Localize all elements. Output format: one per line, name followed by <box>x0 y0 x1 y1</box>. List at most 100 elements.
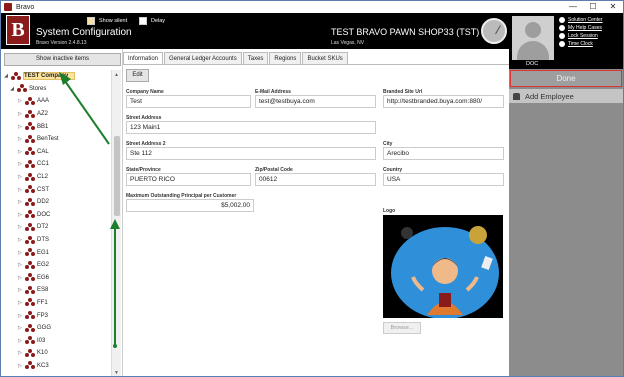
expand-arrow-icon[interactable]: ▷ <box>17 262 23 268</box>
company-name-field[interactable]: Test <box>126 95 251 108</box>
checkbox-box[interactable] <box>139 17 147 25</box>
company-icon <box>11 71 21 81</box>
lock-session-link[interactable]: Lock Session <box>559 33 602 39</box>
city-field[interactable]: Arecibo <box>383 147 504 160</box>
tree-store-item[interactable]: ▷ FP3 <box>1 309 111 322</box>
expand-arrow-icon[interactable]: ▷ <box>17 237 23 243</box>
street2-field[interactable]: Ste 112 <box>126 147 376 160</box>
state-field[interactable]: PUERTO RICO <box>126 173 251 186</box>
store-label: CL2 <box>37 174 49 181</box>
tree-store-item[interactable]: ▷ DT2 <box>1 221 111 234</box>
show-inactive-button[interactable]: Show inactive items <box>4 53 121 66</box>
expand-arrow-icon[interactable]: ▷ <box>17 325 23 331</box>
max-principal-field[interactable]: $5,002.00 <box>126 199 254 212</box>
tree-store-item[interactable]: ▷ AAA <box>1 95 111 108</box>
street1-field[interactable]: 123 Main1 <box>126 121 376 134</box>
tree-store-item[interactable]: ▷ EG2 <box>1 259 111 272</box>
store-label: CC1 <box>37 161 50 168</box>
tree-store-item[interactable]: ▷ GGG <box>1 322 111 335</box>
tree-store-item[interactable]: ▷ CST <box>1 183 111 196</box>
email-field[interactable]: test@testbuya.com <box>255 95 376 108</box>
expand-arrow-icon[interactable]: ▷ <box>17 338 23 344</box>
link-label: Time Clock <box>568 41 593 47</box>
store-icon <box>25 273 35 282</box>
solution-center-link[interactable]: Solution Center <box>559 17 602 23</box>
country-field[interactable]: USA <box>383 173 504 186</box>
add-employee-label: Add Employee <box>525 91 574 101</box>
close-button[interactable]: ✕ <box>603 1 623 13</box>
maximize-button[interactable]: ☐ <box>583 1 603 13</box>
zip-field[interactable]: 00612 <box>255 173 376 186</box>
window-title: Bravo <box>16 3 35 11</box>
tree-store-item[interactable]: ▷ CAL <box>1 146 111 159</box>
done-button[interactable]: Done <box>510 70 622 87</box>
expand-arrow-icon[interactable]: ▷ <box>17 124 23 130</box>
tree-store-item[interactable]: ▷ DTS <box>1 234 111 247</box>
tree-store-item[interactable]: ▷ EG1 <box>1 246 111 259</box>
store-label: GGG <box>37 325 52 332</box>
help-cases-link[interactable]: My Help Cases <box>559 25 602 31</box>
company-label[interactable]: TEST Company <box>23 72 76 81</box>
store-label: CAL <box>37 148 49 155</box>
app-header: B System Configuration Bravo Version 2.4… <box>1 13 509 49</box>
tree-store-item[interactable]: ▷ CC1 <box>1 158 111 171</box>
tree-store-item[interactable]: ▷ BenTest <box>1 133 111 146</box>
minimize-button[interactable]: — <box>563 1 583 13</box>
store-label: CST <box>37 186 49 193</box>
expand-arrow-icon[interactable]: ▷ <box>17 275 23 281</box>
tree-store-item[interactable]: ▷ ES8 <box>1 284 111 297</box>
tree-store-item[interactable]: ▷ KC3 <box>1 360 111 373</box>
browse-button[interactable]: Browse... <box>383 322 421 334</box>
expand-arrow-icon[interactable]: ▷ <box>17 199 23 205</box>
scroll-down-icon[interactable]: ▼ <box>114 370 119 376</box>
tree-store-item[interactable]: ▷ AZ2 <box>1 108 111 121</box>
expand-arrow-icon[interactable]: ▷ <box>17 224 23 230</box>
expand-arrow-icon[interactable]: ▷ <box>17 212 23 218</box>
expand-arrow-icon[interactable]: ▷ <box>17 136 23 142</box>
collapse-arrow-icon[interactable]: ◢ <box>3 73 9 79</box>
expand-arrow-icon[interactable]: ▷ <box>17 98 23 104</box>
tree-store-item[interactable]: ▷ I03 <box>1 334 111 347</box>
sidebar: Show inactive items ◢ TEST Company ◢ Sto… <box>1 49 123 376</box>
tree-company[interactable]: ◢ TEST Company <box>1 70 111 83</box>
tree-store-item[interactable]: ▷ BB1 <box>1 120 111 133</box>
edit-button[interactable]: Edit <box>126 69 149 82</box>
title-bar: Bravo — ☐ ✕ <box>1 1 623 13</box>
tree-store-item[interactable]: ▷ DOC <box>1 209 111 222</box>
expand-arrow-icon[interactable]: ▷ <box>17 250 23 256</box>
collapse-arrow-icon[interactable]: ◢ <box>9 86 15 92</box>
logo-label: Logo <box>383 208 396 214</box>
store-location: Las Vegas, NV <box>331 40 365 46</box>
delay-checkbox[interactable]: Delay <box>139 17 165 25</box>
expand-arrow-icon[interactable]: ▷ <box>17 313 23 319</box>
time-clock-link[interactable]: Time Clock <box>559 41 602 47</box>
checkbox-box[interactable] <box>87 17 95 25</box>
store-label: AAA <box>37 98 50 105</box>
tree-stores[interactable]: ◢ Stores <box>1 83 111 96</box>
expand-arrow-icon[interactable]: ▷ <box>17 149 23 155</box>
scroll-thumb[interactable] <box>114 136 120 216</box>
main-content: Information General Ledger Accounts Taxe… <box>123 49 509 376</box>
expand-arrow-icon[interactable]: ▷ <box>17 174 23 180</box>
expand-arrow-icon[interactable]: ▷ <box>17 300 23 306</box>
tree-store-item[interactable]: ▷ CL2 <box>1 171 111 184</box>
scroll-up-icon[interactable]: ▲ <box>114 72 119 78</box>
tree-store-item[interactable]: ▷ FF1 <box>1 297 111 310</box>
tree-store-item[interactable]: ▷ K10 <box>1 347 111 360</box>
add-employee-button[interactable]: Add Employee <box>509 89 623 103</box>
tree-scrollbar[interactable]: ▲ ▼ <box>111 70 121 376</box>
tree-store-item[interactable]: ▷ EG6 <box>1 272 111 285</box>
bravo-logo: B <box>6 15 30 45</box>
expand-arrow-icon[interactable]: ▷ <box>17 350 23 356</box>
branded-url-field[interactable]: http://testbranded.buya.com:880/ <box>383 95 504 108</box>
store-icon <box>25 172 35 182</box>
expand-arrow-icon[interactable]: ▷ <box>17 161 23 167</box>
tree-store-item[interactable]: ▷ DD2 <box>1 196 111 209</box>
store-label: DT2 <box>37 224 49 231</box>
expand-arrow-icon[interactable]: ▷ <box>17 187 23 193</box>
store-icon <box>25 336 35 345</box>
expand-arrow-icon[interactable]: ▷ <box>17 287 23 293</box>
expand-arrow-icon[interactable]: ▷ <box>17 363 23 369</box>
expand-arrow-icon[interactable]: ▷ <box>17 111 23 117</box>
show-silent-checkbox[interactable]: Show silent <box>87 17 127 25</box>
